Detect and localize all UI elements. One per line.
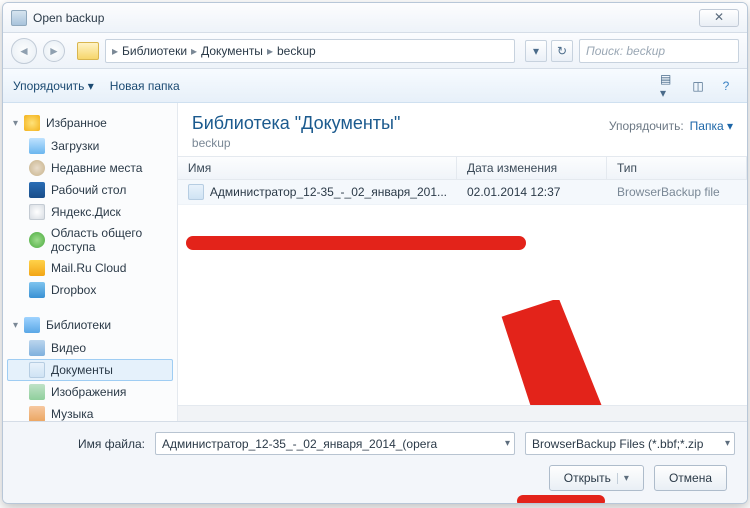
- yandex-disk-icon: [29, 204, 45, 220]
- annotation-redbar: [186, 236, 526, 250]
- video-icon: [29, 340, 45, 356]
- titlebar: Open backup ✕: [3, 3, 747, 33]
- sidebar-item-documents[interactable]: Документы: [7, 359, 173, 381]
- library-subtitle: beckup: [192, 136, 400, 150]
- search-input[interactable]: Поиск: beckup: [579, 39, 739, 63]
- open-split-dropdown[interactable]: ▾: [617, 473, 629, 484]
- back-button[interactable]: ◄: [11, 38, 37, 64]
- filename-combo[interactable]: Администратор_12-35_-_02_января_2014_(op…: [155, 432, 515, 455]
- file-icon: [188, 184, 204, 200]
- breadcrumb[interactable]: ▸ Библиотеки ▸ Документы ▸ beckup: [105, 39, 515, 63]
- arrange-by[interactable]: Упорядочить: Папка ▾: [609, 113, 733, 133]
- download-icon: [29, 138, 45, 154]
- libraries-group[interactable]: ▾ Библиотеки: [7, 313, 173, 337]
- search-placeholder: Поиск: beckup: [586, 44, 665, 58]
- preview-pane-button[interactable]: ◫: [687, 76, 709, 96]
- desktop-icon: [29, 182, 45, 198]
- file-name: Администратор_12-35_-_02_января_201...: [210, 185, 447, 199]
- col-type[interactable]: Тип: [607, 157, 747, 179]
- app-icon: [11, 10, 27, 26]
- crumb[interactable]: beckup: [277, 44, 316, 58]
- file-list[interactable]: Администратор_12-35_-_02_января_201... 0…: [178, 180, 747, 405]
- column-headers[interactable]: Имя Дата изменения Тип: [178, 156, 747, 180]
- annotation-arrow: [477, 300, 657, 405]
- dropbox-icon: [29, 282, 45, 298]
- filename-label: Имя файла:: [15, 437, 145, 451]
- annotation-redbar-2: [517, 495, 605, 504]
- sidebar-item-dropbox[interactable]: Dropbox: [7, 279, 173, 301]
- sidebar-item-pictures[interactable]: Изображения: [7, 381, 173, 403]
- sidebar-item-desktop[interactable]: Рабочий стол: [7, 179, 173, 201]
- document-icon: [29, 362, 45, 378]
- new-folder-button[interactable]: Новая папка: [110, 79, 180, 93]
- star-icon: [24, 115, 40, 131]
- file-type: BrowserBackup file: [607, 181, 747, 203]
- open-file-dialog: Open backup ✕ ◄ ► ▸ Библиотеки ▸ Докумен…: [2, 2, 748, 504]
- library-title: Библиотека "Документы": [192, 113, 400, 134]
- view-options-button[interactable]: ▤ ▾: [659, 76, 681, 96]
- toolbar: Упорядочить ▾ Новая папка ▤ ▾ ◫ ?: [3, 69, 747, 103]
- bottom-panel: Имя файла: Администратор_12-35_-_02_янва…: [3, 421, 747, 503]
- share-icon: [29, 232, 45, 248]
- open-button[interactable]: Открыть▾: [549, 465, 644, 491]
- close-button[interactable]: ✕: [699, 9, 739, 27]
- sidebar-item-music[interactable]: Музыка: [7, 403, 173, 421]
- arrange-by-value[interactable]: Папка ▾: [690, 119, 733, 133]
- file-list-pane: Библиотека "Документы" beckup Упорядочит…: [178, 103, 747, 421]
- music-icon: [29, 406, 45, 421]
- recent-icon: [29, 160, 45, 176]
- crumb[interactable]: Библиотеки: [122, 44, 187, 58]
- sidebar-item-recent[interactable]: Недавние места: [7, 157, 173, 179]
- window-title: Open backup: [33, 11, 104, 25]
- navbar: ◄ ► ▸ Библиотеки ▸ Документы ▸ beckup ▾ …: [3, 33, 747, 69]
- col-name[interactable]: Имя: [178, 157, 457, 179]
- cancel-button[interactable]: Отмена: [654, 465, 727, 491]
- pictures-icon: [29, 384, 45, 400]
- file-row[interactable]: Администратор_12-35_-_02_января_201... 0…: [178, 180, 747, 205]
- sidebar-item-downloads[interactable]: Загрузки: [7, 135, 173, 157]
- libraries-icon: [24, 317, 40, 333]
- forward-button[interactable]: ►: [43, 40, 65, 62]
- favorites-group[interactable]: ▾ Избранное: [7, 111, 173, 135]
- horizontal-scrollbar[interactable]: [178, 405, 747, 421]
- sidebar: ▾ Избранное Загрузки Недавние места Рабо…: [3, 103, 178, 421]
- help-button[interactable]: ?: [715, 76, 737, 96]
- folder-icon: [77, 42, 99, 60]
- mailru-icon: [29, 260, 45, 276]
- organize-menu[interactable]: Упорядочить ▾: [13, 79, 94, 93]
- dropdown-history-button[interactable]: ▾: [525, 40, 547, 62]
- sidebar-item-yandex-disk[interactable]: Яндекс.Диск: [7, 201, 173, 223]
- file-date: 02.01.2014 12:37: [457, 181, 607, 203]
- sidebar-item-mailru[interactable]: Mail.Ru Cloud: [7, 257, 173, 279]
- col-date[interactable]: Дата изменения: [457, 157, 607, 179]
- crumb[interactable]: Документы: [201, 44, 263, 58]
- sidebar-item-public[interactable]: Область общего доступа: [7, 223, 173, 257]
- refresh-button[interactable]: ↻: [551, 40, 573, 62]
- filetype-filter[interactable]: BrowserBackup Files (*.bbf;*.zip: [525, 432, 735, 455]
- sidebar-item-videos[interactable]: Видео: [7, 337, 173, 359]
